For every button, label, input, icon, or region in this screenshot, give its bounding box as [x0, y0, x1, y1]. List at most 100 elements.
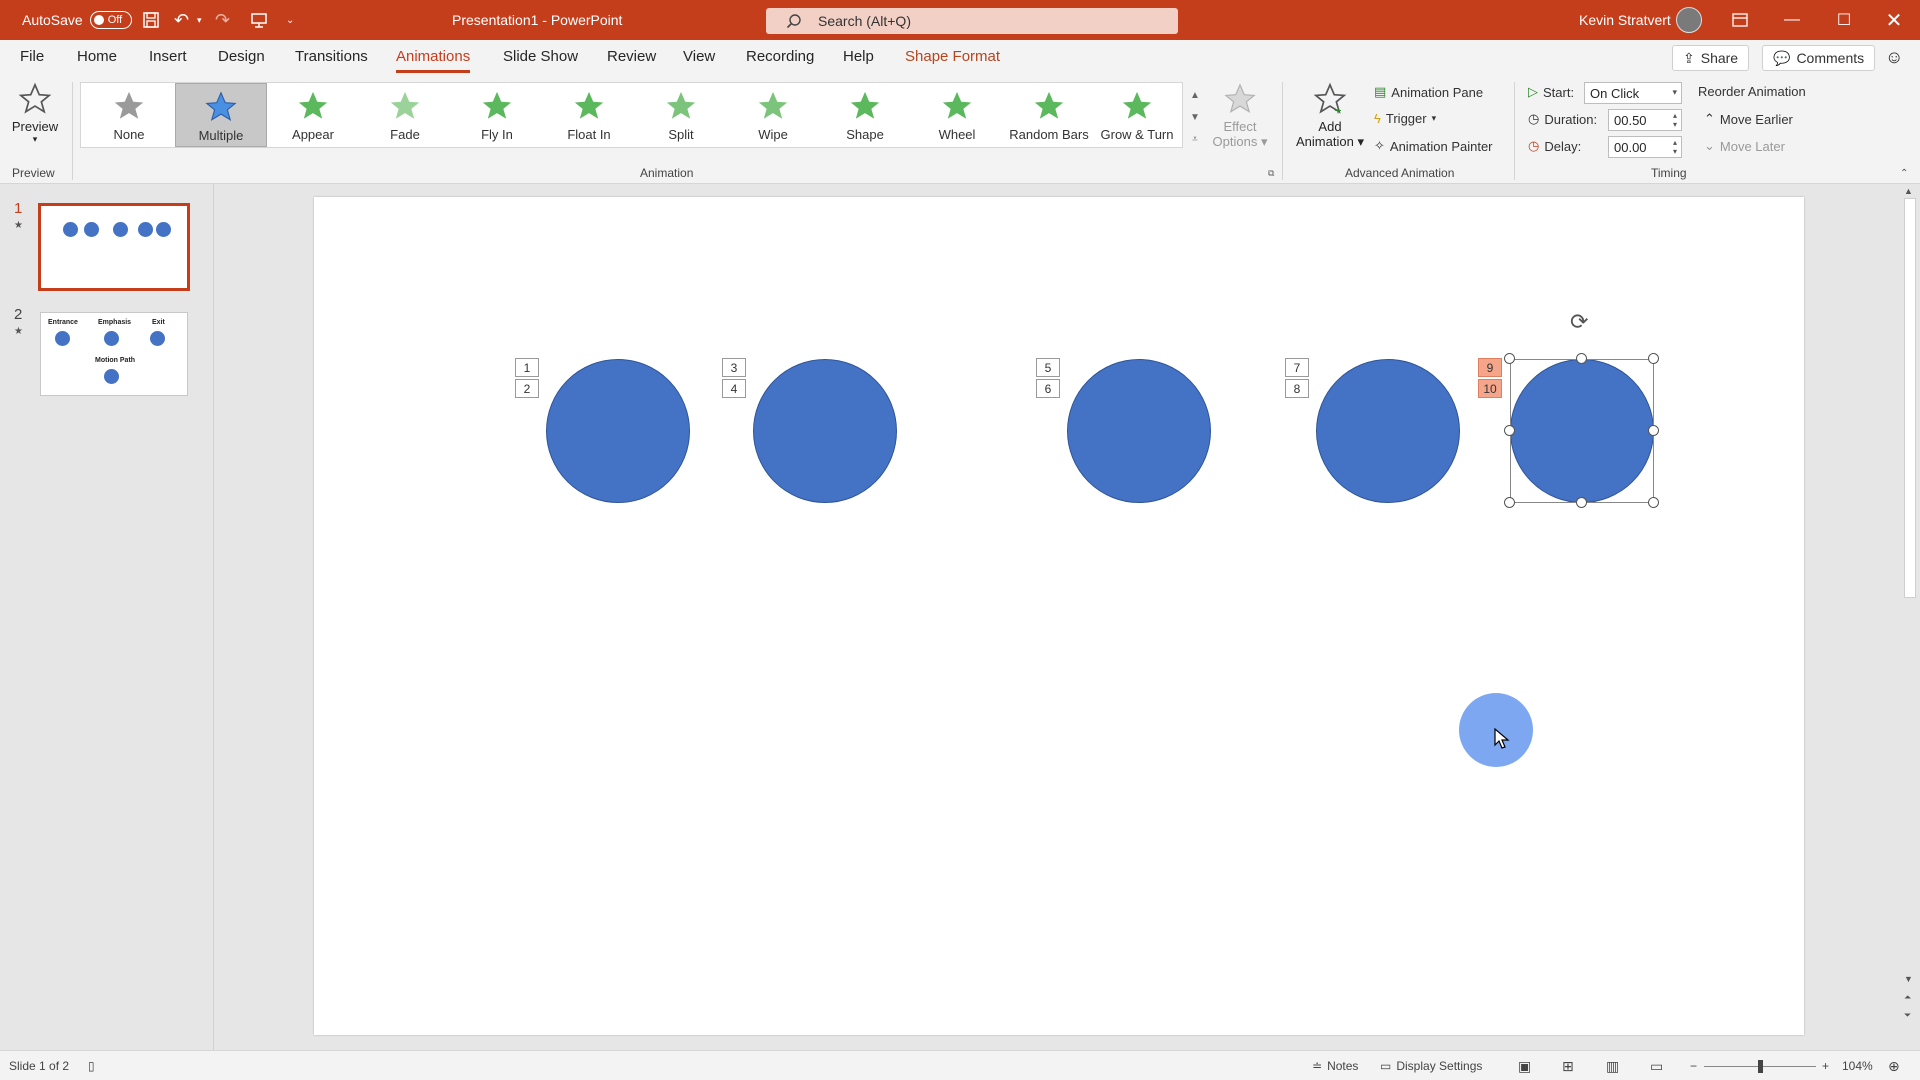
- animation-tag[interactable]: 3: [722, 358, 746, 377]
- tab-home[interactable]: Home: [77, 48, 117, 72]
- effect-options-button[interactable]: Effect Options ▾: [1210, 82, 1270, 150]
- trigger-button[interactable]: ϟ Trigger ▾: [1374, 111, 1436, 126]
- collapse-ribbon-icon[interactable]: ⌃: [1900, 168, 1908, 179]
- animation-pane-button[interactable]: ▤ Animation Pane: [1374, 84, 1483, 100]
- anim-fly-in[interactable]: Fly In: [451, 83, 543, 147]
- animation-tag-selected[interactable]: 9: [1478, 358, 1502, 377]
- animation-tag[interactable]: 5: [1036, 358, 1060, 377]
- anim-none[interactable]: None: [83, 83, 175, 147]
- user-name[interactable]: Kevin Stratvert: [1579, 0, 1671, 40]
- resize-handle[interactable]: [1648, 353, 1659, 364]
- tab-design[interactable]: Design: [218, 48, 265, 72]
- search-input[interactable]: Search (Alt+Q): [766, 8, 1178, 34]
- zoom-out-icon[interactable]: −: [1690, 1051, 1697, 1080]
- minimize-icon[interactable]: —: [1766, 0, 1818, 40]
- maximize-icon[interactable]: ☐: [1818, 0, 1870, 40]
- feedback-icon[interactable]: ☺: [1885, 47, 1903, 68]
- scroll-down-icon[interactable]: ▼: [1904, 974, 1913, 984]
- move-earlier-button[interactable]: ⌃ Move Earlier: [1704, 111, 1793, 127]
- slide-canvas[interactable]: 1 2 3 4 5 6 7 8 9 10 ⟳: [314, 197, 1804, 1035]
- accessibility-icon[interactable]: ▯: [88, 1051, 95, 1080]
- resize-handle[interactable]: [1504, 425, 1515, 436]
- autosave-toggle[interactable]: Off: [89, 11, 132, 29]
- slide-thumbnail-2[interactable]: Entrance Emphasis Exit Motion Path: [40, 312, 188, 396]
- next-slide-icon[interactable]: ⏷: [1904, 1010, 1911, 1021]
- share-button[interactable]: ⇪ Share: [1672, 45, 1750, 71]
- anim-wheel[interactable]: Wheel: [911, 83, 1003, 147]
- animation-tag[interactable]: 1: [515, 358, 539, 377]
- tab-view[interactable]: View: [683, 48, 715, 72]
- comments-button[interactable]: 💬 Comments: [1762, 45, 1876, 71]
- resize-handle[interactable]: [1576, 497, 1587, 508]
- close-icon[interactable]: ✕: [1868, 0, 1920, 40]
- animation-tag[interactable]: 2: [515, 379, 539, 398]
- animation-tag-selected[interactable]: 10: [1478, 379, 1502, 398]
- tab-slide-show[interactable]: Slide Show: [503, 48, 578, 72]
- tab-help[interactable]: Help: [843, 48, 874, 72]
- display-settings-button[interactable]: ▭ Display Settings: [1380, 1051, 1482, 1080]
- resize-handle[interactable]: [1648, 425, 1659, 436]
- delay-input[interactable]: 00.00 ▴ ▾: [1608, 136, 1682, 158]
- resize-handle[interactable]: [1648, 497, 1659, 508]
- undo-dropdown-icon[interactable]: ▾: [197, 0, 202, 40]
- vertical-scrollbar[interactable]: ▲ ▼ ⏶ ⏷: [1900, 184, 1920, 1050]
- slide-thumbnail-1[interactable]: [38, 203, 190, 291]
- animation-tag[interactable]: 7: [1285, 358, 1309, 377]
- anim-fade[interactable]: Fade: [359, 83, 451, 147]
- undo-icon[interactable]: ↶: [174, 0, 189, 40]
- scroll-up-icon[interactable]: ▲: [1904, 186, 1913, 196]
- resize-handle[interactable]: [1504, 497, 1515, 508]
- tab-animations[interactable]: Animations: [396, 48, 471, 73]
- normal-view-icon[interactable]: ▣: [1518, 1051, 1531, 1080]
- autosave[interactable]: AutoSave Off: [22, 0, 132, 40]
- duration-input[interactable]: 00.50 ▴ ▾: [1608, 109, 1682, 131]
- tab-review[interactable]: Review: [607, 48, 656, 72]
- circle-shape-2[interactable]: [753, 359, 897, 503]
- tab-file[interactable]: File: [20, 48, 44, 72]
- anim-appear[interactable]: Appear: [267, 83, 359, 147]
- scrollbar-thumb[interactable]: [1904, 198, 1916, 598]
- zoom-level[interactable]: 104%: [1842, 1051, 1873, 1080]
- rotate-handle-icon[interactable]: ⟳: [1570, 309, 1588, 335]
- save-icon[interactable]: [142, 0, 160, 40]
- animation-tag[interactable]: 6: [1036, 379, 1060, 398]
- redo-icon[interactable]: ↷: [215, 0, 230, 40]
- notes-button[interactable]: ≐ Notes: [1312, 1051, 1358, 1080]
- gallery-more-icon[interactable]: ⩡: [1186, 128, 1204, 150]
- anim-float-in[interactable]: Float In: [543, 83, 635, 147]
- tab-insert[interactable]: Insert: [149, 48, 187, 72]
- anim-shape[interactable]: Shape: [819, 83, 911, 147]
- resize-handle[interactable]: [1576, 353, 1587, 364]
- fit-to-window-icon[interactable]: ⊕: [1888, 1051, 1900, 1080]
- anim-multiple[interactable]: Multiple: [175, 83, 267, 147]
- present-icon[interactable]: [250, 0, 268, 40]
- circle-shape-1[interactable]: [546, 359, 690, 503]
- gallery-scroll-up-icon[interactable]: ▲: [1186, 84, 1204, 106]
- ribbon-display-icon[interactable]: [1714, 0, 1766, 40]
- dialog-launcher-icon[interactable]: ⧉: [1268, 168, 1274, 179]
- slideshow-icon[interactable]: ▭: [1650, 1051, 1663, 1080]
- add-animation-button[interactable]: + Add Animation ▾: [1290, 82, 1370, 150]
- animation-tag[interactable]: 4: [722, 379, 746, 398]
- anim-grow-turn[interactable]: Grow & Turn: [1091, 83, 1183, 147]
- animation-painter-button[interactable]: ✧ Animation Painter: [1374, 138, 1493, 154]
- move-later-button[interactable]: ⌄ Move Later: [1704, 138, 1785, 154]
- start-select[interactable]: On Click ▾: [1584, 82, 1682, 104]
- zoom-in-icon[interactable]: +: [1822, 1051, 1829, 1080]
- tab-transitions[interactable]: Transitions: [295, 48, 368, 72]
- slide-sorter-icon[interactable]: ⊞: [1562, 1051, 1574, 1080]
- circle-shape-4[interactable]: [1316, 359, 1460, 503]
- anim-wipe[interactable]: Wipe: [727, 83, 819, 147]
- tab-shape-format[interactable]: Shape Format: [905, 48, 1000, 72]
- prev-slide-icon[interactable]: ⏶: [1904, 992, 1911, 1003]
- tab-recording[interactable]: Recording: [746, 48, 814, 72]
- zoom-slider[interactable]: [1704, 1051, 1816, 1080]
- reading-view-icon[interactable]: ▥: [1606, 1051, 1619, 1080]
- gallery-scroll-down-icon[interactable]: ▼: [1186, 106, 1204, 128]
- avatar[interactable]: [1676, 0, 1702, 40]
- resize-handle[interactable]: [1504, 353, 1515, 364]
- anim-random-bars[interactable]: Random Bars: [1003, 83, 1095, 147]
- anim-split[interactable]: Split: [635, 83, 727, 147]
- preview-button[interactable]: Preview ▾: [10, 82, 60, 145]
- animation-tag[interactable]: 8: [1285, 379, 1309, 398]
